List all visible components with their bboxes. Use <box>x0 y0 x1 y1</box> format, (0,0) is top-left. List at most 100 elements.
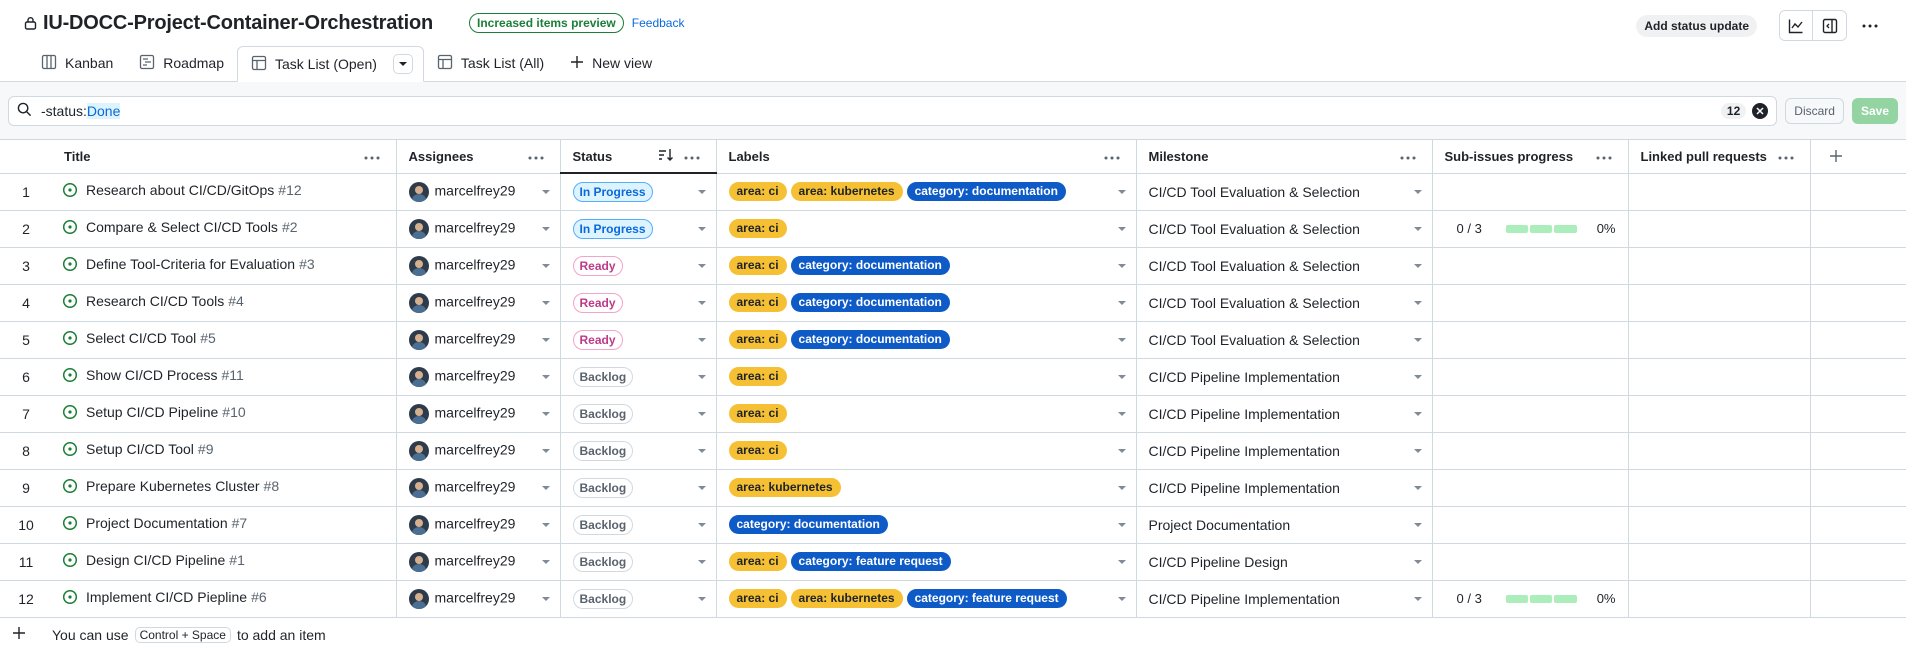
assignee-cell[interactable]: marcelfrey29 <box>396 580 561 618</box>
column-menu-icon[interactable] <box>1778 148 1794 163</box>
title-cell[interactable]: Setup CI/CD Pipeline #10 <box>52 395 397 433</box>
label-chip[interactable]: category: documentation <box>728 515 888 534</box>
status-cell[interactable]: Backlog <box>560 506 717 544</box>
chevron-down-icon[interactable] <box>1117 596 1126 601</box>
chevron-down-icon[interactable] <box>1413 522 1422 527</box>
chevron-down-icon[interactable] <box>541 596 550 601</box>
table-row[interactable]: 6 Show CI/CD Process #11 marcelfrey29 Bac… <box>0 358 1906 396</box>
chevron-down-icon[interactable] <box>1117 411 1126 416</box>
labels-cell[interactable]: area: ci category: documentation <box>716 284 1137 322</box>
milestone-cell[interactable]: CI/CD Tool Evaluation & Selection <box>1136 210 1433 248</box>
chevron-down-icon[interactable] <box>1117 522 1126 527</box>
labels-cell[interactable]: area: ci <box>716 358 1137 396</box>
labels-cell[interactable]: area: ci category: documentation <box>716 321 1137 359</box>
new-view-button[interactable]: New view <box>557 45 665 81</box>
plus-icon[interactable] <box>1829 149 1843 166</box>
assignee-cell[interactable]: marcelfrey29 <box>396 358 561 396</box>
label-chip[interactable]: category: documentation <box>790 330 950 349</box>
title-cell[interactable]: Project Documentation #7 <box>52 506 397 544</box>
chevron-down-icon[interactable] <box>1413 226 1422 231</box>
labels-cell[interactable]: area: ci category: documentation <box>716 247 1137 285</box>
title-cell[interactable]: Research about CI/CD/GitOps #12 <box>52 173 397 211</box>
chevron-down-icon[interactable] <box>697 522 706 527</box>
discard-button[interactable]: Discard <box>1785 97 1844 124</box>
issue-title-link[interactable]: Compare & Select CI/CD Tools <box>86 219 278 235</box>
title-cell[interactable]: Compare & Select CI/CD Tools #2 <box>52 210 397 248</box>
label-chip[interactable]: category: documentation <box>790 256 950 275</box>
table-row[interactable]: 3 Define Tool-Criteria for Evaluation #3 … <box>0 247 1906 285</box>
chevron-down-icon[interactable] <box>1413 411 1422 416</box>
column-menu-icon[interactable] <box>1596 148 1612 163</box>
assignee-cell[interactable]: marcelfrey29 <box>396 321 561 359</box>
assignee-cell[interactable]: marcelfrey29 <box>396 395 561 433</box>
column-header-status[interactable]: Status <box>560 140 717 174</box>
label-chip[interactable]: area: ci <box>728 441 787 460</box>
chevron-down-icon[interactable] <box>697 263 706 268</box>
title-cell[interactable]: Define Tool-Criteria for Evaluation #3 <box>52 247 397 285</box>
status-cell[interactable]: Backlog <box>560 395 717 433</box>
add-item-row[interactable]: You can use Control + Space to add an it… <box>0 618 1906 648</box>
issue-title-link[interactable]: Research about CI/CD/GitOps <box>86 182 274 198</box>
chevron-down-icon[interactable] <box>1413 300 1422 305</box>
status-cell[interactable]: Backlog <box>560 358 717 396</box>
issue-title-link[interactable]: Research CI/CD Tools <box>86 293 224 309</box>
title-cell[interactable]: Show CI/CD Process #11 <box>52 358 397 396</box>
assignee-cell[interactable]: marcelfrey29 <box>396 432 561 470</box>
title-cell[interactable]: Setup CI/CD Tool #9 <box>52 432 397 470</box>
chevron-down-icon[interactable] <box>541 522 550 527</box>
column-header-title[interactable]: Title <box>52 140 397 174</box>
chevron-down-icon[interactable] <box>697 411 706 416</box>
label-chip[interactable]: area: kubernetes <box>728 478 841 497</box>
column-menu-icon[interactable] <box>1400 148 1416 163</box>
label-chip[interactable]: area: ci <box>728 552 787 571</box>
label-chip[interactable]: area: ci <box>728 367 787 386</box>
label-chip[interactable]: area: ci <box>728 404 787 423</box>
table-row[interactable]: 7 Setup CI/CD Pipeline #10 marcelfrey29 B… <box>0 395 1906 433</box>
title-cell[interactable]: Design CI/CD Pipeline #1 <box>52 543 397 581</box>
label-chip[interactable]: category: documentation <box>906 182 1066 201</box>
table-row[interactable]: 4 Research CI/CD Tools #4 marcelfrey29 Re… <box>0 284 1906 322</box>
table-row[interactable]: 1 Research about CI/CD/GitOps #12 marcelf… <box>0 173 1906 211</box>
column-menu-icon[interactable] <box>364 148 380 163</box>
chevron-down-icon[interactable] <box>697 374 706 379</box>
label-chip[interactable]: category: documentation <box>790 293 950 312</box>
sidebar-toggle-icon[interactable] <box>1813 11 1846 40</box>
label-chip[interactable]: area: ci <box>728 330 787 349</box>
label-chip[interactable]: area: kubernetes <box>790 589 903 608</box>
status-cell[interactable]: Backlog <box>560 432 717 470</box>
label-chip[interactable]: area: kubernetes <box>790 182 903 201</box>
view-options-caret[interactable] <box>392 54 413 74</box>
table-row[interactable]: 9 Prepare Kubernetes Cluster #8 marcelfre… <box>0 469 1906 507</box>
feedback-link[interactable]: Feedback <box>632 16 685 30</box>
column-menu-icon[interactable] <box>684 148 700 163</box>
chevron-down-icon[interactable] <box>697 300 706 305</box>
title-cell[interactable]: Prepare Kubernetes Cluster #8 <box>52 469 397 507</box>
milestone-cell[interactable]: CI/CD Tool Evaluation & Selection <box>1136 173 1433 211</box>
more-options-icon[interactable] <box>1853 11 1886 40</box>
labels-cell[interactable]: area: ci area: kubernetes category: docume… <box>716 173 1137 211</box>
column-menu-icon[interactable] <box>1104 148 1120 163</box>
labels-cell[interactable]: area: kubernetes <box>716 469 1137 507</box>
chevron-down-icon[interactable] <box>541 189 550 194</box>
labels-cell[interactable]: area: ci <box>716 432 1137 470</box>
table-row[interactable]: 5 Select CI/CD Tool #5 marcelfrey29 Ready… <box>0 321 1906 359</box>
milestone-cell[interactable]: CI/CD Tool Evaluation & Selection <box>1136 284 1433 322</box>
add-field-header[interactable] <box>1810 140 1906 174</box>
issue-title-link[interactable]: Show CI/CD Process <box>86 367 217 383</box>
chevron-down-icon[interactable] <box>1413 189 1422 194</box>
label-chip[interactable]: area: ci <box>728 293 787 312</box>
plus-icon[interactable] <box>12 626 26 643</box>
assignee-cell[interactable]: marcelfrey29 <box>396 469 561 507</box>
chevron-down-icon[interactable] <box>1413 263 1422 268</box>
chevron-down-icon[interactable] <box>697 190 706 194</box>
label-chip[interactable]: category: feature request <box>906 589 1067 608</box>
chevron-down-icon[interactable] <box>541 263 550 268</box>
status-cell[interactable]: In Progress <box>560 173 717 211</box>
milestone-cell[interactable]: CI/CD Pipeline Implementation <box>1136 432 1433 470</box>
tab-task-list-all[interactable]: Task List (All) <box>424 45 557 81</box>
status-cell[interactable]: Ready <box>560 247 717 285</box>
label-chip[interactable]: category: feature request <box>790 552 951 571</box>
status-cell[interactable]: In Progress <box>560 210 717 248</box>
chevron-down-icon[interactable] <box>1413 374 1422 379</box>
label-chip[interactable]: area: ci <box>728 219 787 238</box>
